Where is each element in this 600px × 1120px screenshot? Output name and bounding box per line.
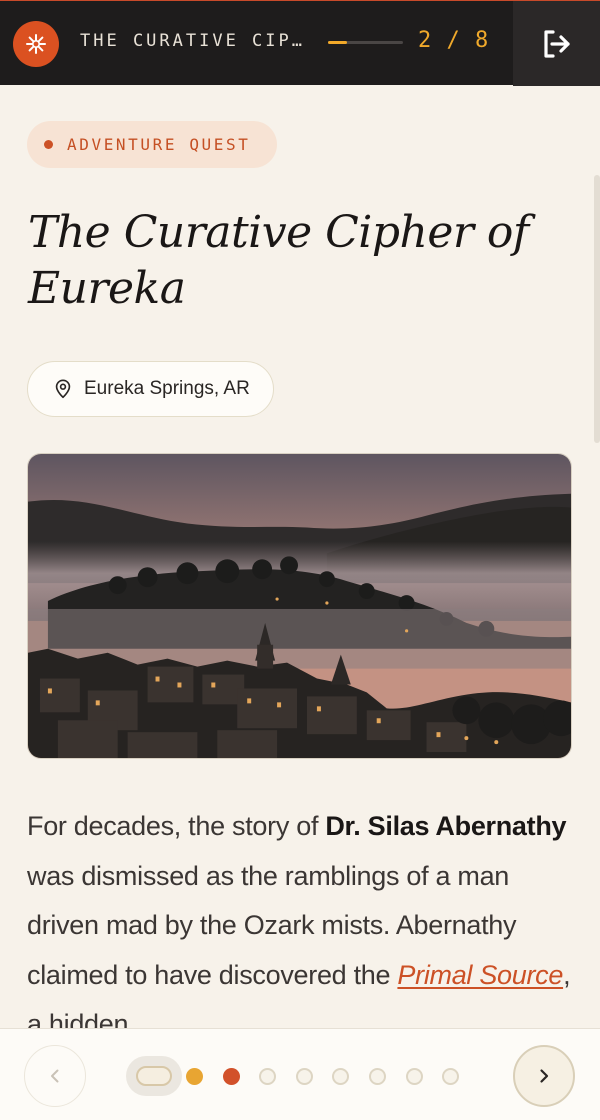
- previous-page-button[interactable]: [24, 1045, 86, 1107]
- map-pin-icon: [55, 379, 71, 399]
- page-dot-7[interactable]: [405, 1068, 423, 1085]
- primal-source-link[interactable]: Primal Source: [397, 960, 563, 990]
- page-counter: 2 / 8: [418, 28, 489, 53]
- sparkle-icon-glyph: [26, 34, 46, 54]
- bottom-navigation: [0, 1028, 600, 1120]
- page-dot-1[interactable]: [186, 1068, 203, 1085]
- location-text: Eureka Springs, AR: [84, 378, 250, 399]
- landscape-photo: [28, 454, 571, 758]
- badge-dot: [44, 140, 53, 149]
- location-chip[interactable]: Eureka Springs, AR: [27, 361, 274, 417]
- quest-title: The Curative Cipher of Eureka: [28, 207, 529, 314]
- cover-page-button[interactable]: [126, 1056, 182, 1096]
- category-badge: ADVENTURE QUEST: [27, 121, 277, 168]
- exit-button[interactable]: [513, 1, 600, 86]
- progress-bar: [328, 41, 403, 44]
- page-dot-3[interactable]: [259, 1068, 277, 1085]
- app-title: THE CURATIVE CIP…: [80, 31, 305, 51]
- character-name: Dr. Silas Abernathy: [325, 811, 567, 841]
- hero-image: [27, 453, 572, 759]
- chevron-left-icon: [51, 1069, 59, 1083]
- exit-icon: [543, 29, 570, 58]
- story-text-part-1: For decades, the story of: [27, 811, 326, 841]
- progress-fill: [328, 41, 347, 44]
- page-dot-4[interactable]: [295, 1068, 313, 1085]
- cover-pill-icon: [136, 1066, 172, 1086]
- chevron-right-icon: [540, 1069, 549, 1083]
- page-dot-8[interactable]: [442, 1068, 460, 1085]
- quest-content[interactable]: ADVENTURE QUEST The Curative Cipher of E…: [0, 85, 600, 1028]
- next-page-button[interactable]: [513, 1045, 575, 1107]
- top-bar: THE CURATIVE CIP… 2 / 8: [0, 0, 600, 86]
- sparkle-icon[interactable]: [13, 21, 59, 67]
- page-dot-5[interactable]: [332, 1068, 350, 1085]
- page-dot-2[interactable]: [222, 1068, 240, 1085]
- category-label: ADVENTURE QUEST: [67, 135, 251, 154]
- story-text: For decades, the story of Dr. Silas Aber…: [27, 802, 572, 1028]
- scrollbar[interactable]: [594, 175, 600, 443]
- page-dot-6[interactable]: [369, 1068, 386, 1085]
- quest-reader-screen: THE CURATIVE CIP… 2 / 8 ADVENTURE QUEST …: [0, 0, 600, 1120]
